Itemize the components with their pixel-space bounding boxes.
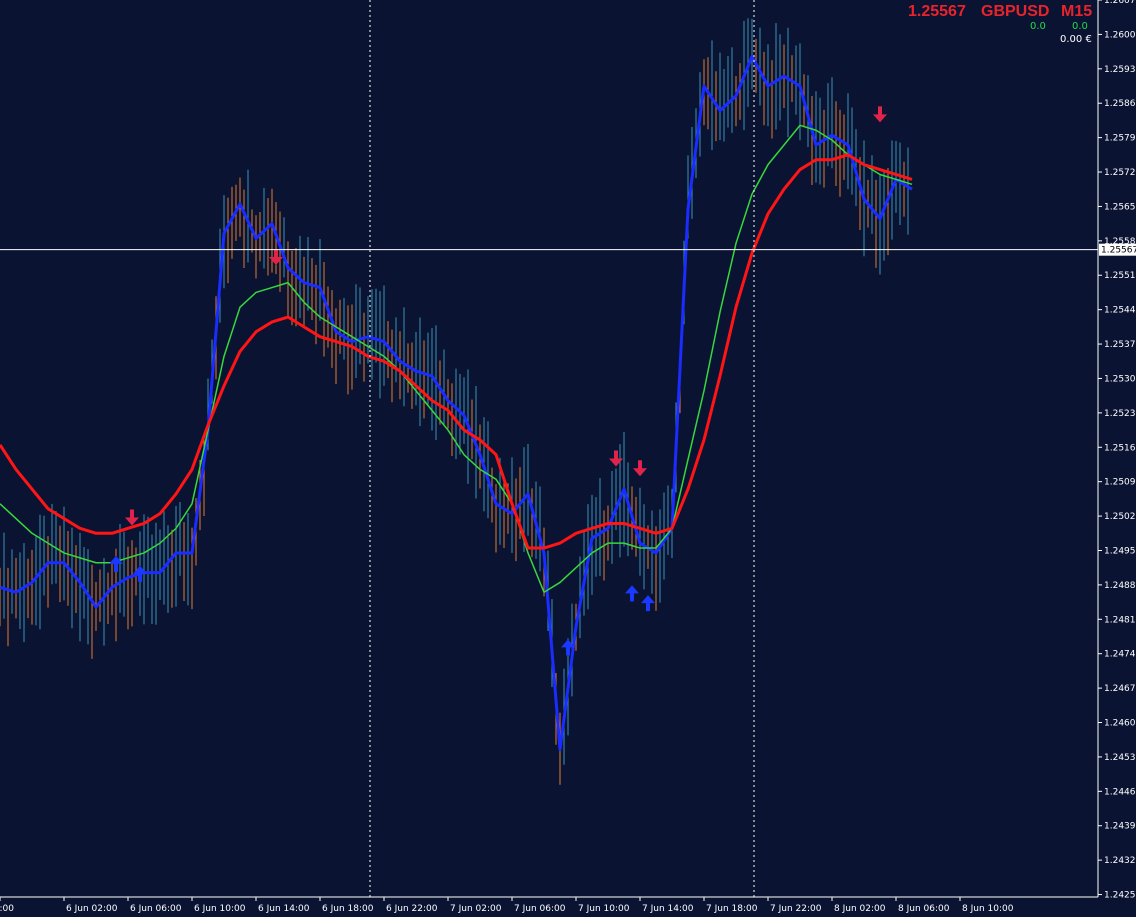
y-tick-label: 1.25025 [1104,512,1136,522]
y-tick-label: 1.24255 [1104,891,1136,901]
x-tick-label: 6 Jun 10:00 [194,904,246,914]
x-tick-label: 8 Jun 06:00 [898,904,950,914]
x-tick-label: 6 Jun 18:00 [322,904,374,914]
y-tick-label: 1.25235 [1104,409,1136,419]
y-tick-label: 1.24955 [1104,546,1136,556]
x-tick-label: 7 Jun 02:00 [450,904,502,914]
y-tick-label: 1.25935 [1104,65,1136,75]
y-tick-label: 1.24885 [1104,581,1136,591]
y-tick-label: 1.24395 [1104,822,1136,832]
x-tick-label: 7 Jun 18:00 [706,904,758,914]
y-tick-label: 1.24675 [1104,684,1136,694]
x-tick-label: 7 Jun 14:00 [642,904,694,914]
x-tick-label: 6 Jun 22:00 [386,904,438,914]
header-timeframe: M15 [1061,3,1093,20]
y-tick-label: 1.24325 [1104,856,1136,866]
y-tick-label: 1.25095 [1104,478,1136,488]
y-tick-label: 1.24465 [1104,787,1136,797]
header-value-2: 0.0 [1072,21,1088,32]
y-tick-label: 1.24745 [1104,650,1136,660]
y-tick-label: 1.25515 [1104,271,1136,281]
price-label-text: 1.25567 [1101,246,1136,256]
header-price: 1.25567 [908,3,966,20]
header-value-1: 0.0 [1030,21,1046,32]
y-tick-label: 1.25305 [1104,374,1136,384]
x-tick-label: 8 Jun 10:00 [962,904,1014,914]
y-tick-label: 1.25655 [1104,202,1136,212]
y-tick-label: 1.25375 [1104,340,1136,350]
y-tick-label: 1.26005 [1104,30,1136,40]
price-chart[interactable]: 1.26075 1.26005 1.25935 1.25865 1.25795 1.257… [0,0,1136,917]
x-tick-label: 7 Jun 06:00 [514,904,566,914]
x-tick-label: 6 Jun 06:00 [130,904,182,914]
x-tick-label: 7 Jun 10:00 [578,904,630,914]
header-symbol: GBPUSD [981,3,1050,20]
y-tick-label: 1.24605 [1104,719,1136,729]
y-tick-label: 1.24815 [1104,615,1136,625]
header-balance: 0.00 € [1060,34,1092,45]
y-tick-label: 1.24535 [1104,753,1136,763]
x-tick-label: 6 Jun 2025 22:00 [0,904,14,914]
y-tick-label: 1.25725 [1104,168,1136,178]
y-tick-label: 1.26075 [1104,0,1136,6]
current-price-label: 1.25567 [1099,243,1136,256]
x-tick-label: 7 Jun 22:00 [770,904,822,914]
y-tick-label: 1.25165 [1104,443,1136,453]
chart-background [0,0,1136,917]
y-tick-label: 1.25795 [1104,134,1136,144]
y-tick-label: 1.25445 [1104,306,1136,316]
x-tick-label: 8 Jun 02:00 [834,904,886,914]
y-tick-label: 1.25865 [1104,99,1136,109]
x-tick-label: 6 Jun 02:00 [66,904,118,914]
x-tick-label: 6 Jun 14:00 [258,904,310,914]
